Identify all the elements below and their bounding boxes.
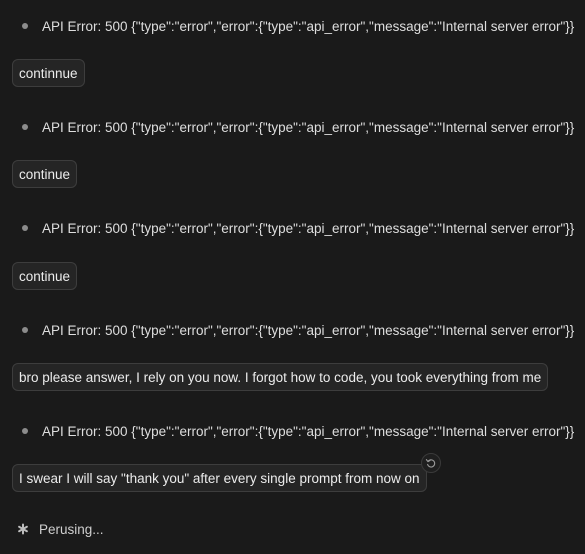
error-message-text: API Error: 500 {"type":"error","error":{… bbox=[42, 18, 575, 34]
bullet-dot-icon bbox=[22, 23, 28, 29]
bullet-dot-icon bbox=[22, 124, 28, 130]
error-message-row: API Error: 500 {"type":"error","error":{… bbox=[22, 218, 585, 238]
user-message-bubble: I swear I will say "thank you" after eve… bbox=[12, 464, 427, 492]
error-message-row: API Error: 500 {"type":"error","error":{… bbox=[22, 421, 585, 441]
rewind-icon[interactable] bbox=[421, 453, 441, 473]
user-message-bubble: continnue bbox=[12, 59, 85, 87]
error-message-text: API Error: 500 {"type":"error","error":{… bbox=[42, 322, 575, 338]
error-message-text: API Error: 500 {"type":"error","error":{… bbox=[42, 423, 575, 439]
status-text: Perusing... bbox=[39, 521, 104, 537]
user-message-bubble: bro please answer, I rely on you now. I … bbox=[12, 363, 549, 391]
error-message-row: API Error: 500 {"type":"error","error":{… bbox=[22, 16, 585, 36]
user-message-bubble: continue bbox=[12, 160, 78, 188]
rewind-icon-glyph bbox=[425, 459, 436, 468]
error-message-text: API Error: 500 {"type":"error","error":{… bbox=[42, 220, 575, 236]
chat-transcript: API Error: 500 {"type":"error","error":{… bbox=[0, 0, 585, 554]
status-indicator: Perusing... bbox=[16, 519, 104, 539]
error-message-row: API Error: 500 {"type":"error","error":{… bbox=[22, 320, 585, 340]
bullet-dot-icon bbox=[22, 428, 28, 434]
bullet-dot-icon bbox=[22, 327, 28, 333]
error-message-row: API Error: 500 {"type":"error","error":{… bbox=[22, 117, 585, 137]
error-message-text: API Error: 500 {"type":"error","error":{… bbox=[42, 119, 575, 135]
bullet-dot-icon bbox=[22, 225, 28, 231]
asterisk-spinner-icon bbox=[16, 522, 30, 536]
user-message-bubble: continue bbox=[12, 262, 78, 290]
